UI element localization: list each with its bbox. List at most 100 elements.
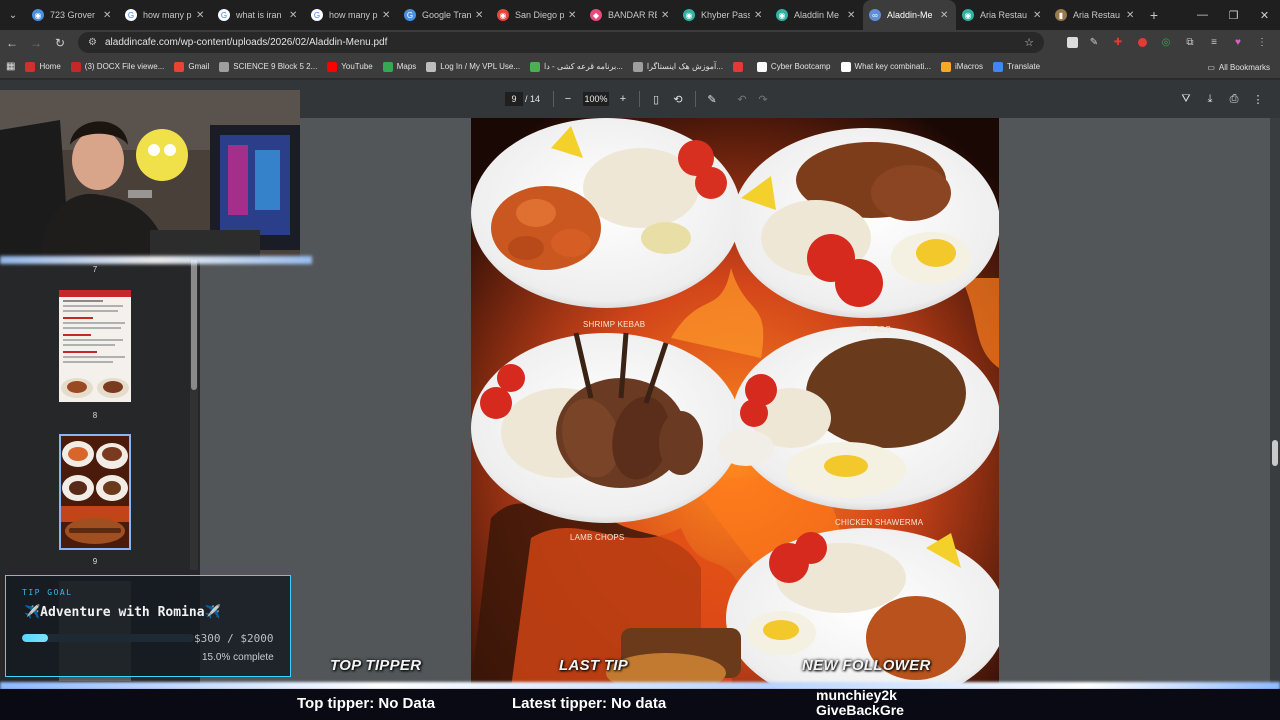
- browser-tab[interactable]: Ghow many p ✕: [305, 0, 398, 30]
- tab-search-icon[interactable]: ⌄: [0, 0, 26, 30]
- browser-tab[interactable]: ∞ Aladdin-Me ✕: [863, 0, 956, 30]
- bookmark-label: SCIENCE 9 Block 5 2...: [233, 62, 318, 71]
- dish-label-lamb-chops: LAMB CHOPS: [570, 533, 625, 542]
- menu-page-thumbnail-image: [59, 290, 131, 398]
- tab-close-icon[interactable]: ✕: [475, 10, 485, 21]
- bookmark-item[interactable]: YouTube: [327, 61, 373, 72]
- adblock-icon[interactable]: ✚: [1110, 35, 1126, 51]
- bookmark-label: Home: [39, 62, 61, 71]
- tab-close-icon[interactable]: ✕: [289, 10, 299, 21]
- tip-goal-percent: 15.0% complete: [202, 652, 274, 663]
- tab-favicon-icon: G: [404, 9, 416, 21]
- reload-icon[interactable]: ↻: [48, 30, 72, 55]
- pdf-scrollbar[interactable]: [1270, 118, 1280, 688]
- zoom-out-icon[interactable]: −: [560, 91, 576, 107]
- new-follower-message: GiveBackGre: [816, 702, 904, 718]
- record-icon[interactable]: [1134, 35, 1150, 51]
- back-icon[interactable]: ←: [0, 30, 24, 55]
- browser-tab[interactable]: ▮ Aria Restau ✕: [1049, 0, 1142, 30]
- all-bookmarks-button[interactable]: ▭ All Bookmarks: [1207, 55, 1270, 79]
- bookmark-item[interactable]: [732, 61, 747, 72]
- extension-icon[interactable]: [1067, 37, 1078, 48]
- bookmark-item[interactable]: برنامه قرعه کشی - دا...: [530, 61, 623, 72]
- bookmark-item[interactable]: Log In / My VPL Use...: [426, 61, 520, 72]
- tab-close-icon[interactable]: ✕: [568, 10, 578, 21]
- browser-tab[interactable]: G Google Tran ✕: [398, 0, 491, 30]
- tab-close-icon[interactable]: ✕: [103, 10, 113, 21]
- download-icon[interactable]: ⤓: [1202, 91, 1218, 107]
- bookmark-label: iMacros: [955, 62, 984, 71]
- tab-favicon-icon: ∞: [869, 9, 881, 21]
- browser-tab[interactable]: ◉ Khyber Pass ✕: [677, 0, 770, 30]
- browser-tab[interactable]: ◉ 723 Grover ✕: [26, 0, 119, 30]
- pdf-scrollbar-thumb[interactable]: [1272, 440, 1278, 466]
- forward-icon[interactable]: →: [24, 30, 48, 55]
- menu-kebab-icon[interactable]: ⋮: [1254, 35, 1270, 51]
- close-window-icon[interactable]: ✕: [1249, 0, 1280, 30]
- bookmark-item[interactable]: SCIENCE 9 Block 5 2...: [219, 61, 318, 72]
- page-total: / 14: [525, 94, 541, 104]
- bookmark-favicon-icon: [840, 61, 851, 72]
- site-info-icon[interactable]: ⚙: [88, 37, 97, 48]
- restore-icon[interactable]: ❐: [1218, 0, 1249, 30]
- tab-title: Aria Restau: [1073, 10, 1121, 20]
- tab-close-icon[interactable]: ✕: [754, 10, 764, 21]
- tab-close-icon[interactable]: ✕: [196, 10, 206, 21]
- tab-close-icon[interactable]: ✕: [940, 10, 950, 21]
- undo-icon[interactable]: ↶: [734, 91, 750, 107]
- print-icon[interactable]: ⎙: [1226, 91, 1242, 107]
- tab-close-icon[interactable]: ✕: [382, 10, 392, 21]
- bookmark-item[interactable]: Maps: [382, 61, 416, 72]
- page-number-input[interactable]: 9: [505, 92, 523, 106]
- bookmark-favicon-icon: [382, 61, 393, 72]
- page-thumbnail-9[interactable]: [59, 434, 131, 550]
- media-controls-icon[interactable]: ≡: [1206, 35, 1222, 51]
- profile-icon[interactable]: ♥: [1230, 35, 1246, 51]
- minimize-icon[interactable]: —: [1187, 0, 1218, 30]
- folder-icon: ▭: [1207, 62, 1215, 72]
- redo-icon[interactable]: ↷: [755, 91, 771, 107]
- new-tab-button[interactable]: +: [1142, 7, 1166, 23]
- tab-close-icon[interactable]: ✕: [661, 10, 671, 21]
- tab-close-icon[interactable]: ✕: [1126, 10, 1136, 21]
- tip-goal-label: TIP GOAL: [22, 588, 73, 597]
- bookmark-favicon-icon: [174, 61, 185, 72]
- save-to-drive-icon[interactable]: ⛛: [1178, 91, 1194, 107]
- browser-tab[interactable]: Ghow many p ✕: [119, 0, 212, 30]
- bookmark-item[interactable]: iMacros: [941, 61, 984, 72]
- bookmark-favicon-icon: [756, 61, 767, 72]
- bookmark-favicon-icon: [327, 61, 338, 72]
- browser-tab[interactable]: ◆ BANDAR RE ✕: [584, 0, 677, 30]
- bookmark-item[interactable]: Home: [25, 61, 61, 72]
- tab-close-icon[interactable]: ✕: [847, 10, 857, 21]
- page-thumbnail-8[interactable]: [59, 290, 131, 402]
- grammarly-icon[interactable]: ◎: [1158, 35, 1174, 51]
- browser-tab[interactable]: ◉ Aria Restau ✕: [956, 0, 1049, 30]
- zoom-in-icon[interactable]: +: [615, 91, 631, 107]
- browser-tab[interactable]: Gwhat is iran ✕: [212, 0, 305, 30]
- annotate-icon[interactable]: ✎: [704, 91, 720, 107]
- bookmark-item[interactable]: Translate: [993, 61, 1040, 72]
- tab-close-icon[interactable]: ✕: [1033, 10, 1043, 21]
- zoom-input[interactable]: 100%: [583, 92, 609, 106]
- bookmark-item[interactable]: آموزش هک اینستاگرا...: [632, 61, 723, 72]
- browser-tab[interactable]: ◉ Aladdin Me ✕: [770, 0, 863, 30]
- tab-title: Aria Restau: [980, 10, 1028, 20]
- bookmark-item[interactable]: Gmail: [174, 61, 209, 72]
- bookmark-item[interactable]: Cyber Bootcamp: [756, 61, 831, 72]
- bookmark-item[interactable]: What key combinati...: [840, 61, 931, 72]
- pen-icon[interactable]: ✎: [1086, 35, 1102, 51]
- address-bar[interactable]: ⚙ aladdincafe.com/wp-content/uploads/202…: [78, 32, 1044, 53]
- bookmark-item[interactable]: (3) DOCX File viewe...: [70, 61, 164, 72]
- bookmark-star-icon[interactable]: ☆: [1024, 36, 1034, 49]
- browser-tab[interactable]: ◉ San Diego p ✕: [491, 0, 584, 30]
- rotate-icon[interactable]: ⟲: [670, 91, 686, 107]
- tab-favicon-icon: ▮: [1055, 9, 1067, 21]
- more-actions-icon[interactable]: ⋮: [1250, 91, 1266, 107]
- last-tip-header: LAST TIP: [559, 657, 629, 674]
- fit-page-icon[interactable]: ▯: [648, 91, 664, 107]
- extensions-puzzle-icon[interactable]: ⧉: [1182, 35, 1198, 51]
- apps-grid-icon[interactable]: ▦: [6, 61, 15, 72]
- tab-strip: ⌄ ◉ 723 Grover ✕ Ghow many p ✕ Gwhat is iran ✕…: [0, 0, 1280, 30]
- all-bookmarks-label: All Bookmarks: [1218, 62, 1270, 72]
